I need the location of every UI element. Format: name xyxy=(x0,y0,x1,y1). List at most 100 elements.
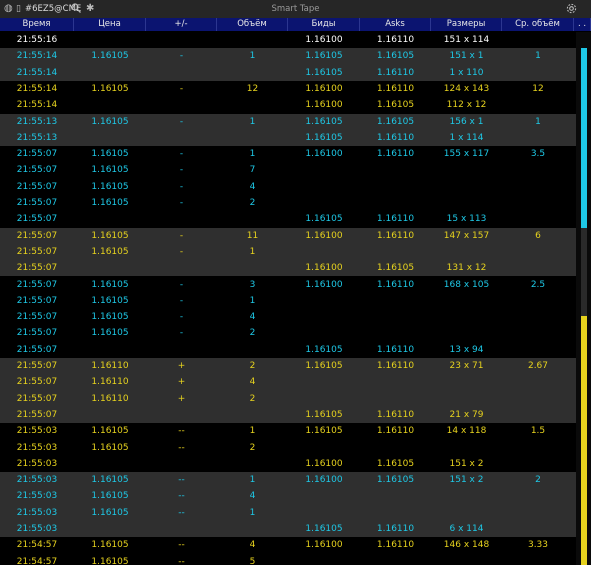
cell-volume xyxy=(217,32,288,48)
cell-sizes xyxy=(431,325,502,341)
table-row[interactable]: 21:55:14 1.16105 1.16110 1 x 110 xyxy=(0,64,576,81)
column-header-change[interactable]: +/- xyxy=(146,18,217,31)
cell-bid: 1.16105 xyxy=(305,426,343,437)
table-row[interactable]: 21:55:07 1.16105 - 4 xyxy=(0,309,576,326)
cell-price: 1.16105 xyxy=(91,83,129,94)
cell-price: 1.16105 xyxy=(91,246,129,257)
cell-sizes: 1 x 110 xyxy=(449,67,484,78)
cell-time: 21:55:03 xyxy=(16,442,58,453)
column-header-time[interactable]: Время xyxy=(0,18,74,31)
table-row[interactable]: 21:55:03 1.16105 1.16110 6 x 114 xyxy=(0,521,576,538)
table-row[interactable]: 21:55:07 1.16105 - 2 xyxy=(0,195,576,212)
cell-sizes xyxy=(431,195,502,211)
column-header-ask[interactable]: Asks xyxy=(360,18,431,31)
cell-avg-volume xyxy=(502,162,574,178)
table-row[interactable]: 21:55:13 1.16105 1.16110 1 x 114 xyxy=(0,129,576,147)
table-row[interactable]: 21:55:07 1.16105 - 1 xyxy=(0,292,576,310)
table-row[interactable]: 21:55:07 1.16105 - 7 xyxy=(0,162,576,179)
cell-sizes: 1 x 114 xyxy=(449,132,484,143)
cell-sizes xyxy=(431,554,502,565)
cell-time: 21:55:03 xyxy=(16,524,58,534)
table-row[interactable]: 21:55:13 1.16105 - 1 1.16105 1.16105 156 x 1 1 xyxy=(0,113,576,130)
scrollbar-segment-cyan xyxy=(581,48,587,228)
cell-ask: 1.16105 xyxy=(376,100,415,111)
column-header-volume[interactable]: Объём xyxy=(217,18,288,31)
table-row[interactable]: 21:55:14 1.16100 1.16105 112 x 12 xyxy=(0,97,576,114)
cell-price: 1.16105 xyxy=(91,556,129,565)
cell-change: + xyxy=(177,377,186,388)
table-row[interactable]: 21:54:57 1.16105 -- 4 1.16100 1.16110 146 x 14… xyxy=(0,537,576,554)
cell-avg-volume: 3.5 xyxy=(530,149,546,160)
cell-price xyxy=(74,456,146,472)
table-row[interactable]: 21:55:03 1.16100 1.16105 151 x 2 xyxy=(0,455,576,473)
table-row[interactable]: 21:55:16 1.16100 1.16110 151 x 114 xyxy=(0,32,576,49)
table-row[interactable]: 21:55:07 1.16105 - 11 1.16100 1.16110 147 x 15… xyxy=(0,227,576,244)
cell-volume: 1 xyxy=(249,507,256,518)
table-row[interactable]: 21:54:57 1.16105 -- 5 xyxy=(0,553,576,565)
table-row[interactable]: 21:55:07 1.16105 - 4 xyxy=(0,178,576,195)
column-header-more[interactable]: . . xyxy=(574,18,591,31)
cell-sizes: 147 x 157 xyxy=(443,230,490,241)
cell-ask: 1.16110 xyxy=(376,230,415,241)
column-header-sizes[interactable]: Размеры xyxy=(431,18,502,31)
table-row[interactable]: 21:55:03 1.16105 -- 1 1.16100 1.16105 151 x 2 2 xyxy=(0,472,576,489)
column-header-bid[interactable]: Биды xyxy=(288,18,360,31)
table-row[interactable]: 21:55:14 1.16105 - 12 1.16100 1.16110 124 x 14… xyxy=(0,80,576,98)
cell-time: 21:55:07 xyxy=(16,165,58,176)
cell-ask: 1.16110 xyxy=(376,149,415,160)
cell-ask xyxy=(360,293,431,309)
tape-table: 21:55:16 1.16100 1.16110 151 x 114 21:55:14 1… xyxy=(0,32,576,565)
table-row[interactable]: 21:55:03 1.16105 -- 1 xyxy=(0,504,576,521)
cell-price: 1.16105 xyxy=(91,116,129,127)
cell-price xyxy=(74,97,146,113)
settings-gear-icon[interactable] xyxy=(566,3,577,18)
cell-change: - xyxy=(179,246,184,257)
table-row[interactable]: 21:55:07 1.16105 1.16110 15 x 113 xyxy=(0,211,576,228)
cell-change: -- xyxy=(178,491,185,502)
window-title: Smart Tape xyxy=(271,4,320,14)
table-row[interactable]: 21:55:07 1.16110 +2 xyxy=(0,390,576,407)
table-row[interactable]: 21:55:07 1.16105 1.16110 21 x 79 xyxy=(0,406,576,424)
cell-price xyxy=(74,211,146,227)
cell-volume: 4 xyxy=(249,540,256,551)
column-header-price[interactable]: Цена xyxy=(74,18,146,31)
cell-sizes: 13 x 94 xyxy=(449,344,484,355)
table-row[interactable]: 21:55:07 1.16105 - 3 1.16100 1.16110 168 x 105… xyxy=(0,276,576,293)
cell-volume: 3 xyxy=(249,279,256,290)
table-row[interactable]: 21:55:07 1.16105 - 2 xyxy=(0,325,576,342)
cell-ask xyxy=(360,505,431,521)
table-row[interactable]: 21:55:07 1.16105 - 1 1.16100 1.16110 155 x 117… xyxy=(0,146,576,163)
table-row[interactable]: 21:55:03 1.16105 -- 4 xyxy=(0,488,576,505)
table-row[interactable]: 21:55:03 1.16105 -- 1 1.16105 1.16110 14 x 118… xyxy=(0,423,576,440)
table-row[interactable]: 21:55:07 1.16110 +2 1.16105 1.16110 23 x 71 2.… xyxy=(0,358,576,375)
cell-time: 21:55:07 xyxy=(16,344,58,355)
cell-bid: 1.16105 xyxy=(305,409,343,420)
cell-volume: 1 xyxy=(249,246,256,257)
cell-bid: 1.16100 xyxy=(305,263,343,274)
table-row[interactable]: 21:55:07 1.16105 - 1 xyxy=(0,243,576,261)
cell-change xyxy=(146,97,217,113)
cell-time: 21:55:03 xyxy=(16,426,58,437)
cell-change xyxy=(146,32,217,48)
table-row[interactable]: 21:55:03 1.16105 -- 2 xyxy=(0,439,576,456)
cell-volume: 2 xyxy=(249,393,256,404)
table-row[interactable]: 21:55:14 1.16105 - 1 1.16105 1.16105 151 x 1 1 xyxy=(0,48,576,65)
table-row[interactable]: 21:55:07 1.16100 1.16105 131 x 12 xyxy=(0,260,576,277)
cell-change xyxy=(146,407,217,423)
cell-avg-volume: 12 xyxy=(532,83,544,94)
cell-ask: 1.16110 xyxy=(376,83,415,94)
cell-avg-volume xyxy=(502,211,574,227)
cell-avg-volume: 1.5 xyxy=(530,426,546,437)
cell-bid: 1.16100 xyxy=(305,279,343,290)
cell-bid: 1.16100 xyxy=(305,475,343,486)
cell-avg-volume xyxy=(502,391,574,407)
table-row[interactable]: 21:55:07 1.16110 +4 xyxy=(0,374,576,391)
cell-price xyxy=(74,342,146,358)
cell-bid: 1.16100 xyxy=(305,540,343,551)
cell-time: 21:55:07 xyxy=(16,377,58,388)
table-row[interactable]: 21:55:07 1.16105 1.16110 13 x 94 xyxy=(0,341,576,358)
scrollbar-segment-gray xyxy=(581,228,587,316)
cell-sizes xyxy=(431,374,502,390)
column-header-avg-volume[interactable]: Ср. объём xyxy=(502,18,574,31)
cell-price: 1.16110 xyxy=(91,361,129,371)
